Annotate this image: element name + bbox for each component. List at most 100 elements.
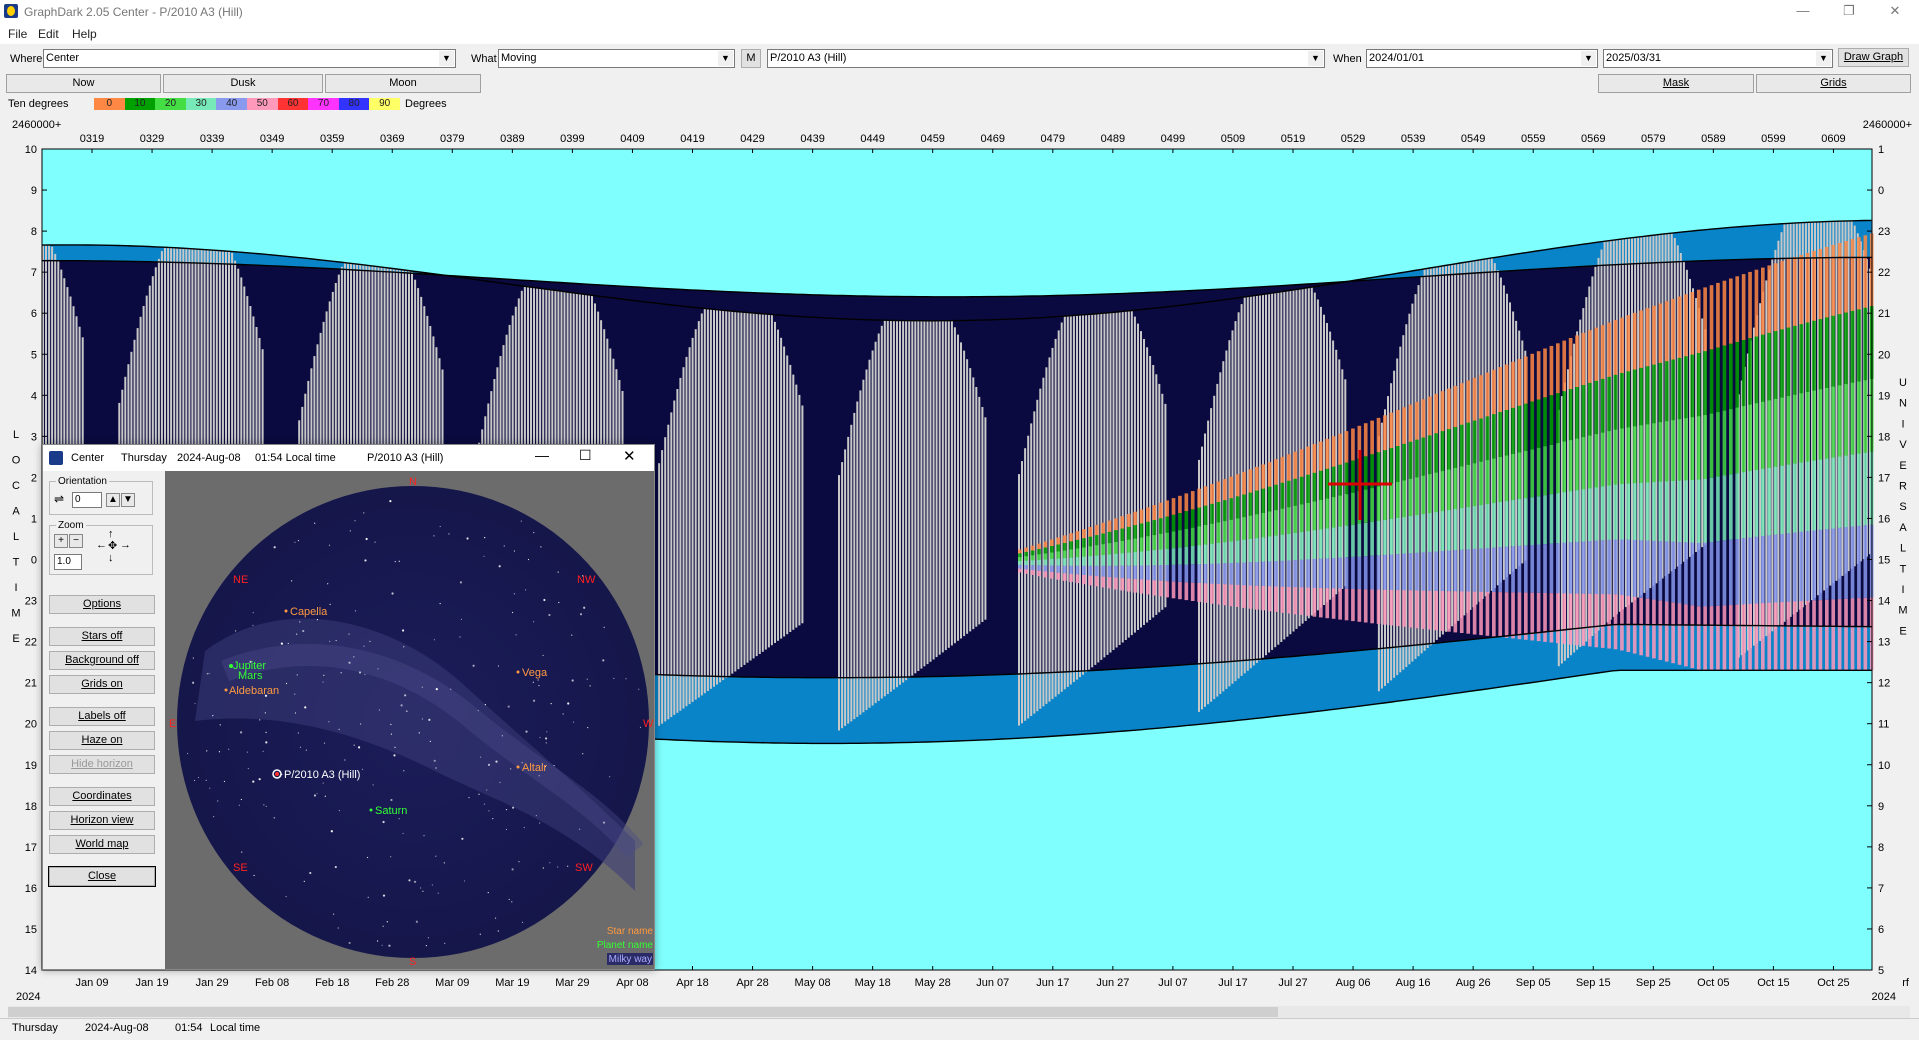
legend-swatch: 90 — [369, 98, 400, 110]
horizon-view-button[interactable]: Horizon view — [49, 811, 155, 830]
background-off-button[interactable]: Background off — [49, 651, 155, 670]
altair-label: Altair — [522, 762, 547, 774]
labels-off-button[interactable]: Labels off — [49, 707, 155, 726]
stars-off-button[interactable]: Stars off — [49, 627, 155, 646]
chevron-down-icon[interactable]: ▼ — [1308, 51, 1323, 66]
pan-left-icon[interactable]: ← — [96, 539, 107, 551]
jd-tick-label: 0459 — [920, 133, 944, 145]
aldebaran-label: Aldebaran — [229, 685, 279, 697]
universal-time-title-letter: T — [1900, 563, 1907, 575]
universal-time-tick: 14 — [1878, 596, 1890, 608]
mask-button[interactable]: Mask — [1598, 74, 1754, 93]
m-button[interactable]: M — [741, 49, 761, 68]
date-tick-label: Sep 15 — [1576, 977, 1611, 989]
universal-time-tick: 11 — [1878, 719, 1889, 731]
compass-ne: NE — [233, 574, 248, 586]
hide-horizon-button: Hide horizon — [49, 755, 155, 774]
local-time-tick: 7 — [31, 267, 37, 279]
options-button[interactable]: Options — [49, 595, 155, 614]
date-tick-label: Jun 27 — [1096, 977, 1129, 989]
date-tick-label: Oct 15 — [1757, 977, 1789, 989]
legend-swatch: 0 — [94, 98, 125, 110]
zoom-out-icon[interactable]: − — [69, 534, 83, 548]
scrollbar-thumb[interactable] — [8, 1007, 1278, 1017]
zoom-input[interactable]: 1.0 — [54, 554, 82, 570]
jd-tick-label: 0339 — [200, 133, 224, 145]
universal-time-tick: 6 — [1878, 924, 1884, 936]
what-select[interactable]: Moving ▼ — [498, 49, 735, 68]
rotate-icon[interactable]: ⇌ — [54, 492, 64, 506]
date-tick-label: Jun 17 — [1036, 977, 1069, 989]
minimize-icon[interactable]: — — [535, 447, 549, 463]
menu-bar: File Edit Help — [0, 24, 1919, 44]
date-tick-label: May 18 — [855, 977, 891, 989]
arrow-down-icon[interactable]: ▼ — [121, 493, 135, 507]
orientation-input[interactable]: 0 — [72, 492, 102, 508]
date-tick-label: Mar 19 — [495, 977, 529, 989]
legend-swatch: 10 — [124, 98, 156, 110]
menu-edit[interactable]: Edit — [38, 27, 59, 41]
dusk-button[interactable]: Dusk — [163, 74, 323, 93]
menu-help[interactable]: Help — [72, 27, 97, 41]
chevron-down-icon[interactable]: ▼ — [1581, 51, 1596, 66]
grids-button[interactable]: Grids — [1756, 74, 1911, 93]
coordinates-button[interactable]: Coordinates — [49, 787, 155, 806]
sky-chart[interactable]: N NE NW E W SE SW S Capella Jupiter Mars… — [165, 471, 654, 969]
pan-right-icon[interactable]: → — [120, 539, 131, 551]
jd-tick-label: 0499 — [1161, 133, 1185, 145]
jd-tick-label: 0349 — [260, 133, 284, 145]
chevron-down-icon[interactable]: ▼ — [439, 51, 454, 66]
jd-tick-label: 0579 — [1641, 133, 1665, 145]
when-end-select[interactable]: 2025/03/31 ▼ — [1603, 49, 1833, 68]
legend-star-name: Star name — [607, 926, 654, 937]
window-title: GraphDark 2.05 Center - P/2010 A3 (Hill) — [24, 5, 243, 19]
sky-view[interactable]: N NE NW E W SE SW S Capella Jupiter Mars… — [165, 471, 654, 969]
when-start-select[interactable]: 2024/01/01 ▼ — [1366, 49, 1598, 68]
status-date: 2024-Aug-08 — [85, 1022, 149, 1034]
where-select[interactable]: Center ▼ — [43, 49, 456, 68]
moon-button[interactable]: Moon — [325, 74, 481, 93]
arrow-up-icon[interactable]: ▲ — [106, 493, 120, 507]
date-tick-label: Feb 18 — [315, 977, 349, 989]
universal-time-tick: 17 — [1878, 472, 1890, 484]
date-tick-label: Aug 26 — [1456, 977, 1491, 989]
where-label: Where — [10, 53, 43, 65]
chevron-down-icon[interactable]: ▼ — [718, 51, 733, 66]
now-button[interactable]: Now — [6, 74, 161, 93]
vega-label: Vega — [522, 667, 548, 679]
what-label: What — [471, 53, 497, 65]
world-map-button[interactable]: World map — [49, 835, 155, 854]
haze-on-button[interactable]: Haze on — [49, 731, 155, 750]
sky-view-dialog: Center Thursday 2024-Aug-08 01:54 Local … — [42, 444, 655, 970]
universal-time-title-letter: I — [1901, 418, 1904, 430]
zoom-in-icon[interactable]: + — [54, 534, 68, 548]
maximize-icon[interactable]: ☐ — [579, 447, 592, 464]
object-select[interactable]: P/2010 A3 (Hill) ▼ — [767, 49, 1325, 68]
universal-time-tick: 16 — [1878, 513, 1890, 525]
universal-time-tick: 0 — [1878, 185, 1884, 197]
local-time-tick: 16 — [25, 883, 37, 895]
close-button[interactable]: ✕ — [1872, 0, 1918, 24]
date-tick-label: May 08 — [795, 977, 831, 989]
pan-down-icon[interactable]: ↓ — [108, 552, 114, 564]
menu-file[interactable]: File — [8, 27, 27, 41]
draw-graph-button[interactable]: Draw Graph — [1838, 48, 1909, 67]
close-dialog-button[interactable]: Close — [48, 866, 156, 887]
chevron-down-icon[interactable]: ▼ — [1816, 51, 1831, 66]
jd-tick-label: 0439 — [800, 133, 824, 145]
jd-tick-label: 0319 — [80, 133, 104, 145]
grids-on-button[interactable]: Grids on — [49, 675, 155, 694]
jd-tick-label: 0399 — [560, 133, 584, 145]
dialog-time: 01:54 Local time — [255, 452, 336, 464]
status-time-label: Local time — [210, 1022, 261, 1034]
local-time-tick: 0 — [31, 555, 37, 567]
horizontal-scrollbar[interactable] — [8, 1006, 1910, 1018]
pan-center-icon[interactable]: ✥ — [108, 539, 117, 552]
mars-label: Mars — [238, 670, 263, 682]
app-icon — [49, 451, 63, 465]
close-icon[interactable]: ✕ — [623, 447, 636, 465]
universal-time-tick: 12 — [1878, 678, 1890, 690]
minimize-button[interactable]: — — [1780, 0, 1826, 24]
maximize-button[interactable]: ❐ — [1826, 0, 1872, 24]
jd-tick-label: 0519 — [1281, 133, 1305, 145]
